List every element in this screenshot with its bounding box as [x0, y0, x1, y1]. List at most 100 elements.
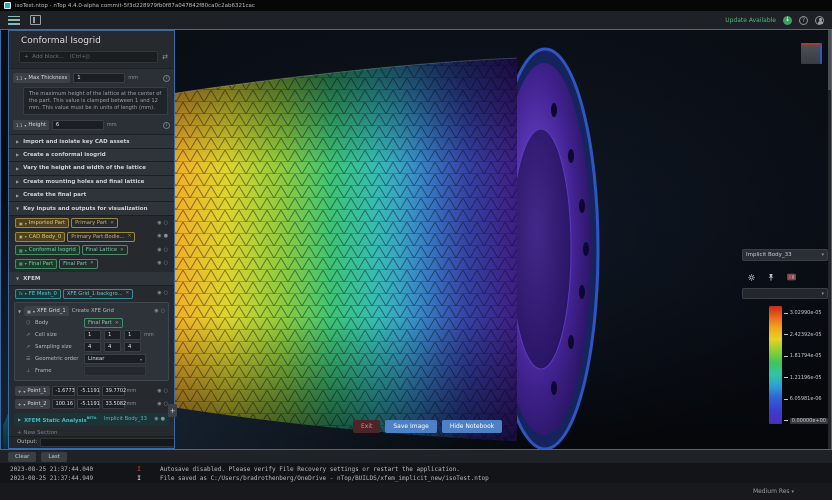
section-mounting-holes[interactable]: ▶ Create mounting holes and final lattic…	[9, 176, 174, 189]
remove-icon[interactable]: ✕	[115, 321, 119, 326]
final-part-badge[interactable]: ▩ ▾ Final Part	[15, 259, 57, 269]
pin-icon[interactable]	[767, 273, 775, 281]
point-icon: ✛	[18, 402, 21, 407]
eye-off-icon[interactable]: ○	[161, 309, 165, 314]
add-block-plus-button[interactable]: +	[168, 404, 177, 417]
help-icon[interactable]: ?	[799, 16, 808, 25]
eye-icon[interactable]: ◉	[157, 261, 161, 266]
account-icon[interactable]	[815, 16, 824, 25]
eye-icon[interactable]: ◉	[154, 417, 158, 422]
unit-label: mm	[128, 75, 138, 81]
eye-icon[interactable]: ◉	[157, 402, 161, 407]
grid-cellsize-row: ⇗ Cell size 1 1 1 mm	[18, 329, 165, 341]
section-key-io[interactable]: ▼ Key inputs and outputs for visualizati…	[9, 202, 174, 215]
output-field[interactable]	[40, 438, 175, 447]
eye-off-icon[interactable]: ○	[164, 248, 168, 253]
cell-y-field[interactable]: 1	[104, 330, 121, 340]
fe-mesh-value[interactable]: XFE Grid_1:backgro... ✕	[63, 289, 133, 299]
cell-z-field[interactable]: 1	[124, 330, 141, 340]
swap-icon[interactable]: ⇄	[162, 53, 168, 61]
sampling-z-field[interactable]: 4	[124, 342, 141, 352]
log-rows[interactable]: 2023-08-25 21:37:44.040 I Autosave disab…	[0, 463, 832, 483]
menu-icon[interactable]	[8, 16, 20, 25]
section-final-part[interactable]: ▶ Create the final part	[9, 189, 174, 202]
max-thickness-field[interactable]: 1	[73, 73, 125, 83]
notebook-panel-icon[interactable]	[30, 15, 41, 25]
cell-x-field[interactable]: 1	[84, 330, 101, 340]
clear-log-button[interactable]: Clear	[8, 452, 36, 462]
update-available-label[interactable]: Update Available	[725, 17, 776, 24]
info-icon[interactable]: i	[163, 122, 170, 129]
resolution-selector[interactable]: Medium Res ▾	[753, 488, 794, 495]
analysis-output-value[interactable]: Implicit Body_33	[104, 416, 147, 422]
point1-badge[interactable]: ✛ ▾ Point_1	[15, 386, 50, 396]
remove-icon[interactable]: ✕	[128, 234, 132, 239]
viewport-scrollbar[interactable]	[828, 30, 831, 449]
eye-off-icon[interactable]: ○	[164, 221, 168, 226]
exit-button[interactable]: Exit	[353, 420, 380, 433]
point1-z[interactable]: 39.7702	[102, 386, 125, 396]
eye-off-icon[interactable]: ○	[164, 291, 168, 296]
eye-off-icon[interactable]: ○	[164, 261, 168, 266]
collapsed-arrow-icon: ▶	[16, 179, 19, 184]
xfe-grid-badge[interactable]: ▦ ▾ XFE Grid_1	[24, 306, 69, 316]
point2-x[interactable]: 100.16	[52, 399, 75, 409]
point2-y[interactable]: -5.1191	[77, 399, 100, 409]
cad-body-value[interactable]: Primary Part:Bodie... ✕	[67, 232, 135, 242]
eye-icon[interactable]: ◉	[157, 291, 161, 296]
conformal-isogrid-badge[interactable]: ▩ ▾ Conformal Isogrid	[15, 245, 80, 255]
xfe-grid-header[interactable]: ▼ ▦ ▾ XFE Grid_1 Create XFE Grid ◉ ○	[18, 305, 165, 317]
chevron-down-icon: ▾	[791, 489, 794, 495]
section-vary-lattice[interactable]: ▶ Vary the height and width of the latti…	[9, 162, 174, 175]
sampling-x-field[interactable]: 4	[84, 342, 101, 352]
save-image-button[interactable]: Save Image	[385, 420, 436, 433]
remove-icon[interactable]: ✕	[126, 291, 130, 296]
eye-icon[interactable]: ◉	[157, 389, 161, 394]
conformal-isogrid-value[interactable]: Final Lattice ✕	[82, 245, 128, 255]
last-log-button[interactable]: Last	[41, 452, 66, 462]
legend-ticks: 3.02990e-05 2.42392e-05 1.81794e-05 1.21…	[784, 306, 828, 424]
point1-x[interactable]: -1.6773	[52, 386, 75, 396]
eye-icon[interactable]: ◉	[157, 234, 161, 239]
final-part-value[interactable]: Final Part ✕	[59, 259, 98, 269]
info-icon[interactable]: i	[163, 75, 170, 82]
remove-icon[interactable]: ✕	[120, 248, 124, 253]
height-badge[interactable]: 1.1 ▾ Height	[13, 120, 49, 130]
eye-icon[interactable]: ◉	[157, 248, 161, 253]
diag-icon: ⇗	[26, 332, 32, 338]
hide-notebook-button[interactable]: Hide Notebook	[442, 420, 502, 433]
gear-icon[interactable]	[748, 274, 755, 281]
frame-field[interactable]	[84, 366, 146, 376]
xfem-static-analysis-row[interactable]: ▶ XFEM Static AnalysisBETA Implicit Body…	[14, 413, 169, 425]
add-block-input[interactable]	[19, 51, 158, 63]
sampling-y-field[interactable]: 4	[104, 342, 121, 352]
visibility-dot-icon[interactable]: ●	[164, 234, 168, 239]
eye-off-icon[interactable]: ○	[164, 389, 168, 394]
section-create-isogrid[interactable]: ▶ Create a conformal isogrid	[9, 149, 174, 162]
visibility-dot-icon[interactable]: ●	[161, 417, 165, 422]
legend-field-selector[interactable]: ▾	[742, 288, 828, 299]
grid-body-value[interactable]: Final Part ✕	[84, 318, 123, 328]
eye-icon[interactable]: ◉	[154, 309, 158, 314]
legend-body-selector[interactable]: Implicit Body_33 ▾	[742, 249, 828, 261]
collapsed-arrow-icon: ▶	[16, 152, 19, 157]
height-field[interactable]: 6	[52, 120, 104, 130]
max-thickness-badge[interactable]: 1.1 ▾ Max Thickness	[13, 73, 70, 83]
point1-y[interactable]: -5.1191	[77, 386, 100, 396]
eye-icon[interactable]: ◉	[157, 221, 161, 226]
point2-z[interactable]: 33.5082	[102, 399, 125, 409]
imported-part-badge[interactable]: ▣ ▾ Imported Part	[15, 218, 69, 228]
section-import-cad[interactable]: ▶ Import and isolate key CAD assets	[9, 135, 174, 148]
colormap-icon[interactable]	[787, 273, 796, 281]
fe-mesh-badge[interactable]: fx ▾ FE Mesh_0	[15, 289, 61, 299]
cad-body-badge[interactable]: ▣ ▾ CAD Body_0	[15, 232, 65, 242]
section-xfem[interactable]: ▼ XFEM	[9, 272, 174, 285]
remove-icon[interactable]: ✕	[90, 261, 94, 266]
point2-badge[interactable]: ✛ ▾ Point_2	[15, 399, 50, 409]
remove-icon[interactable]: ✕	[110, 221, 114, 226]
grid-frame-row: ⊥ Frame	[18, 365, 165, 377]
imported-part-value[interactable]: Primary Part ✕	[71, 218, 118, 228]
view-cube[interactable]	[801, 43, 822, 64]
download-update-icon[interactable]: ↓	[783, 16, 792, 25]
geometric-order-select[interactable]: Linear ▾	[84, 354, 146, 364]
